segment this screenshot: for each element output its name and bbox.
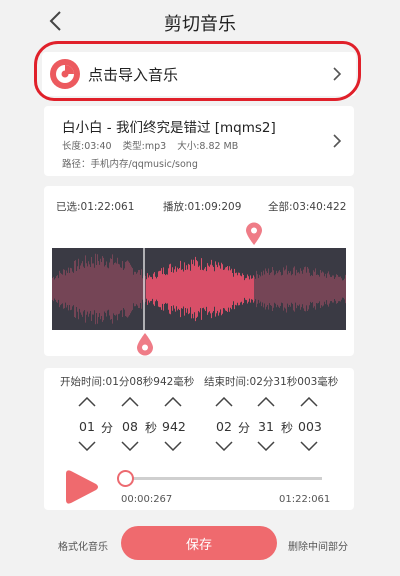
page-title: 剪切音乐 — [164, 14, 236, 35]
song-type: 类型:mp3 — [122, 141, 167, 152]
playing-time: 播放:01:09:209 — [163, 201, 242, 213]
save-button[interactable]: 保存 — [121, 526, 277, 560]
start-seconds-unit: 秒 — [145, 421, 158, 435]
end-minutes-up-icon[interactable] — [215, 397, 233, 407]
start-marker-pin-icon[interactable] — [136, 332, 154, 356]
song-path: 路径：手机内存/qqmusic/song — [62, 159, 198, 170]
start-minutes[interactable]: 01 — [79, 419, 95, 434]
song-meta: 长度:03:40 类型:mp3 大小:8.82 MB — [62, 138, 246, 152]
start-millis[interactable]: 942 — [162, 419, 186, 434]
selected-time: 已选:01:22:061 — [56, 201, 135, 213]
chevron-right-icon[interactable] — [330, 134, 344, 148]
progress-thumb[interactable] — [117, 470, 134, 487]
play-icon[interactable] — [62, 468, 100, 506]
start-millis-down-icon[interactable] — [164, 441, 182, 451]
end-minutes-unit: 分 — [238, 421, 251, 435]
end-seconds-down-icon[interactable] — [257, 441, 275, 451]
end-millis[interactable]: 003 — [298, 419, 322, 434]
start-minutes-down-icon[interactable] — [78, 441, 96, 451]
start-seconds-up-icon[interactable] — [121, 397, 139, 407]
song-length: 长度:03:40 — [62, 141, 112, 152]
import-music-label[interactable]: 点击导入音乐 — [88, 64, 178, 85]
start-time-label: 开始时间:01分08秒942毫秒 — [60, 376, 195, 388]
start-millis-up-icon[interactable] — [164, 397, 182, 407]
start-minutes-up-icon[interactable] — [78, 397, 96, 407]
format-music-button[interactable]: 格式化音乐 — [58, 538, 108, 553]
end-marker-pin-icon[interactable] — [245, 222, 263, 246]
progress-track[interactable] — [124, 477, 322, 480]
end-minutes-down-icon[interactable] — [215, 441, 233, 451]
end-millis-up-icon[interactable] — [300, 397, 318, 407]
end-time-label: 结束时间:02分31秒003毫秒 — [204, 376, 339, 388]
chevron-right-icon — [333, 67, 342, 81]
start-seconds[interactable]: 08 — [122, 419, 138, 434]
end-seconds-up-icon[interactable] — [257, 397, 275, 407]
end-seconds-unit: 秒 — [281, 421, 294, 435]
end-seconds[interactable]: 31 — [258, 419, 274, 434]
waveform[interactable] — [52, 248, 346, 330]
music-disc-icon — [50, 59, 80, 89]
start-minutes-unit: 分 — [101, 421, 114, 435]
duration-time: 01:22:061 — [279, 494, 331, 505]
song-size: 大小:8.82 MB — [177, 141, 239, 152]
end-millis-down-icon[interactable] — [300, 441, 318, 451]
delete-middle-button[interactable]: 删除中间部分 — [288, 538, 348, 553]
end-minutes[interactable]: 02 — [216, 419, 232, 434]
total-time: 全部:03:40:422 — [268, 201, 347, 213]
song-title: 白小白 - 我们终究是错过 [mqms2] — [62, 120, 276, 136]
start-seconds-down-icon[interactable] — [121, 441, 139, 451]
current-time: 00:00:267 — [121, 494, 173, 505]
